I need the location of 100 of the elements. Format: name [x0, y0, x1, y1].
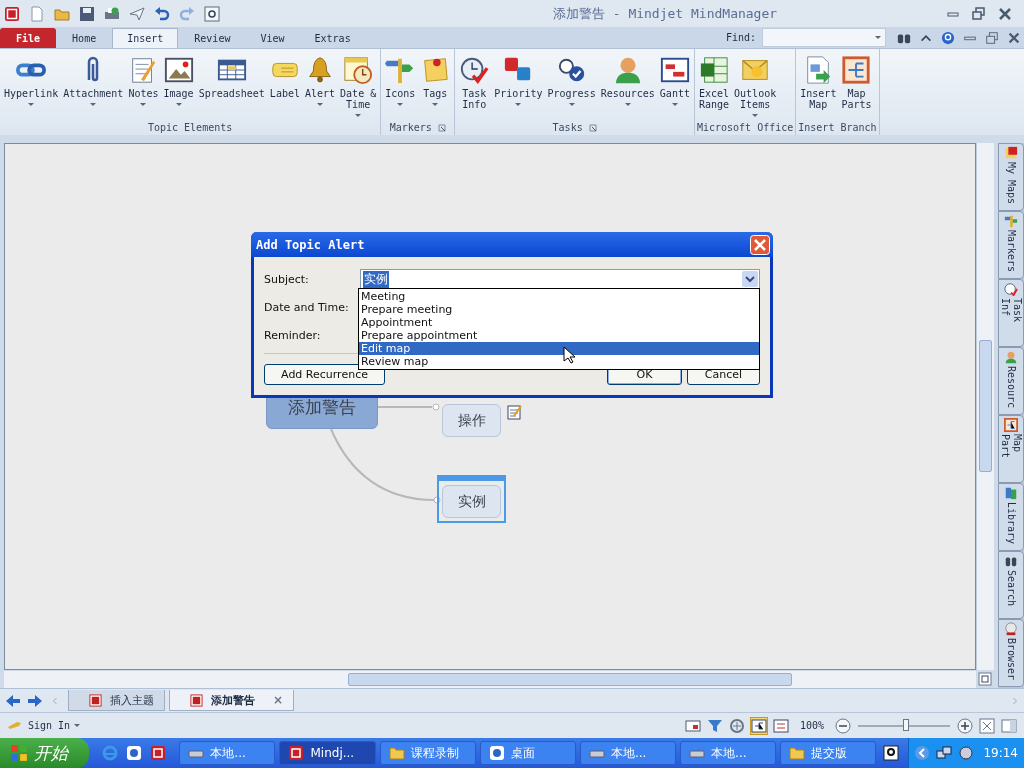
window-title: 添加警告 - Mindjet MindManager [551, 4, 779, 23]
subtopic[interactable]: 实例 [442, 485, 501, 518]
send-icon[interactable] [129, 5, 145, 22]
document-tab[interactable]: 添加警告 × [169, 690, 295, 711]
connector-dot [432, 403, 440, 411]
side-panel-tab[interactable]: Map Part [998, 415, 1024, 483]
taskbar-button[interactable]: 提交版 [780, 741, 877, 765]
taskbar-button[interactable]: 本地... [179, 741, 276, 765]
side-panel-tab[interactable]: Search [998, 551, 1024, 619]
vertical-scrollbar[interactable] [976, 143, 994, 670]
start-button[interactable]: 开始 [0, 738, 90, 768]
dialog-launcher-icon[interactable] [588, 123, 597, 132]
side-panel-tab[interactable]: Resourc [998, 347, 1024, 415]
ribbon-button[interactable]: Icons [383, 49, 418, 120]
subtopic[interactable]: 操作 [442, 404, 501, 437]
panel-toggle-icon[interactable] [1001, 717, 1017, 734]
ribbon-button[interactable]: Spreadsheet [196, 49, 267, 120]
zoom-out-icon[interactable] [835, 717, 851, 734]
map-view-icon[interactable] [750, 717, 767, 734]
ribbon-tab[interactable]: File [0, 28, 57, 48]
ribbon-button[interactable]: Map Parts [839, 49, 874, 120]
taskbar-button[interactable]: 本地... [579, 741, 677, 765]
fit-page-icon[interactable] [979, 717, 995, 734]
folder-icon [789, 745, 806, 761]
zoom-in-icon[interactable] [957, 717, 973, 734]
taskbar-button[interactable]: Mindj... [279, 741, 376, 765]
side-panel-tab[interactable]: My Maps [998, 143, 1024, 211]
ribbon-button[interactable]: Image [161, 49, 196, 120]
layout-cycle-icon[interactable] [728, 717, 745, 734]
ribbon-button[interactable]: Progress [545, 49, 598, 120]
globe-icon [1004, 622, 1018, 636]
ribbon-button[interactable]: Alert [302, 49, 338, 120]
document-tab[interactable]: 插入主题 [68, 690, 165, 711]
dropdown-option[interactable]: Appointment [359, 316, 759, 329]
print-icon[interactable] [104, 5, 120, 22]
dialog-button[interactable]: Add Recurrence [264, 364, 385, 385]
save-icon[interactable] [79, 5, 95, 22]
map-parts-icon [1004, 418, 1018, 432]
sign-in-button[interactable]: Sign In [26, 720, 83, 731]
browser-icon [488, 745, 505, 761]
ribbon-tab[interactable]: Insert [112, 28, 179, 48]
forward-arrow-icon[interactable] [27, 692, 43, 709]
back-arrow-icon[interactable] [5, 692, 21, 709]
dropdown-option[interactable]: Edit map [359, 342, 759, 355]
taskbar-button[interactable]: 课程录制 [379, 741, 476, 765]
clock-check-icon [1004, 282, 1018, 296]
app-icon[interactable] [126, 745, 143, 761]
ribbon-button[interactable]: Gantt [657, 49, 692, 120]
key-icon [7, 721, 23, 730]
windows-logo-icon [10, 744, 28, 762]
ribbon-tab[interactable]: Home [58, 28, 111, 48]
person-icon [1004, 350, 1018, 364]
side-panel-tab[interactable]: Task Inf [998, 279, 1024, 347]
help-icon[interactable] [883, 745, 900, 761]
ribbon-button[interactable]: Notes [126, 49, 161, 120]
ribbon-button[interactable]: Excel Range [696, 49, 732, 120]
expand-tray-icon[interactable] [914, 745, 931, 761]
close-tab-button[interactable]: × [273, 693, 284, 707]
ribbon-tab[interactable]: Review [180, 28, 245, 48]
window-icon[interactable] [684, 717, 701, 734]
restore-icon[interactable] [985, 30, 999, 45]
taskbar-button[interactable]: 桌面 [479, 741, 576, 765]
group-label: Microsoft Office [696, 122, 794, 133]
side-panel-tab[interactable]: Browser [998, 619, 1024, 687]
dropdown-option[interactable]: Meeting [359, 290, 759, 303]
dialog-launcher-icon[interactable] [437, 123, 446, 132]
close-icon[interactable] [1007, 30, 1021, 45]
zoom-slider[interactable] [902, 718, 909, 731]
horizontal-scrollbar[interactable] [4, 670, 976, 688]
ribbon-button[interactable]: Priority [492, 49, 545, 120]
ribbon-button[interactable]: Insert Map [798, 49, 839, 120]
notes-icon[interactable] [507, 404, 523, 420]
help-icon[interactable] [204, 5, 220, 22]
fit-map-icon[interactable] [978, 672, 992, 686]
find-field[interactable] [762, 28, 886, 47]
ribbon-button[interactable]: Attachment [61, 49, 126, 120]
side-panel-tab[interactable]: Markers [998, 211, 1024, 279]
taskbar-button[interactable]: 本地... [680, 741, 777, 765]
dropdown-option[interactable]: Prepare appointment [359, 329, 759, 342]
undo-icon[interactable] [154, 5, 170, 22]
ribbon-button[interactable]: Label [267, 49, 302, 120]
outline-view-icon[interactable] [772, 717, 789, 734]
ribbon-button[interactable]: Task Info [457, 49, 492, 120]
restore-icon[interactable] [972, 6, 986, 21]
app-logo-icon[interactable] [150, 745, 167, 761]
subject-combobox[interactable]: 实例 [359, 268, 760, 290]
side-panel-tab[interactable]: Library [998, 483, 1024, 551]
close-icon[interactable] [998, 6, 1012, 21]
ribbon-button[interactable]: Hyperlink [2, 49, 61, 120]
volume-icon [958, 745, 975, 761]
ribbon-button[interactable]: Date & Time [338, 49, 379, 120]
dropdown-option[interactable]: Prepare meeting [359, 303, 759, 316]
ribbon-button[interactable]: Resources [598, 49, 657, 120]
filter-icon[interactable] [706, 717, 723, 734]
ribbon-button[interactable]: Outlook Items [732, 49, 779, 120]
ribbon-button[interactable]: Tags [418, 49, 453, 120]
app-logo-icon[interactable] [4, 5, 20, 22]
ribbon-tab[interactable]: View [246, 28, 299, 48]
group-label: Markers [389, 122, 432, 133]
ribbon-tab[interactable]: Extras [300, 28, 365, 48]
